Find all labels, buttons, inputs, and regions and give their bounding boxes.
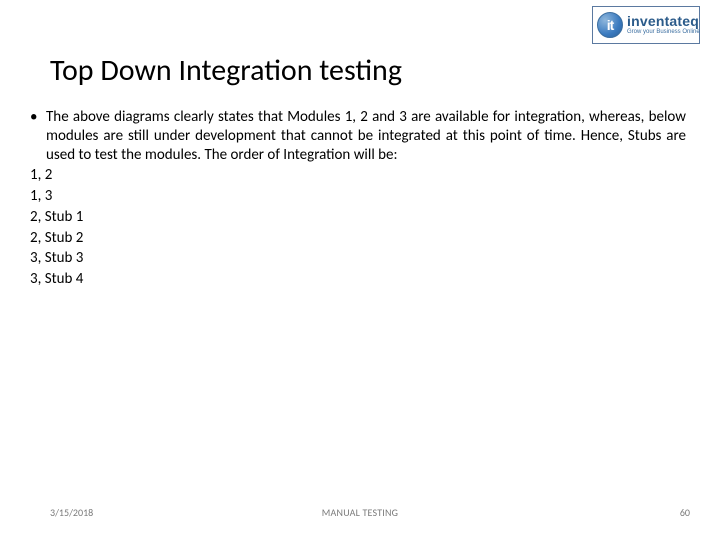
- list-item: 3, Stub 3: [30, 249, 690, 268]
- brand-logo: it inventateq Grow your Business Online: [592, 6, 700, 44]
- logo-brand-text: inventateq: [627, 13, 699, 29]
- bullet-marker-icon: •: [30, 108, 46, 164]
- list-item: 2, Stub 2: [30, 229, 690, 248]
- bullet-text: The above diagrams clearly states that M…: [46, 108, 690, 164]
- list-item: 1, 3: [30, 187, 690, 206]
- logo-tagline: Grow your Business Online: [627, 29, 700, 35]
- list-item: 2, Stub 1: [30, 208, 690, 227]
- slide-title: Top Down Integration testing: [50, 52, 402, 89]
- footer-center: MANUAL TESTING: [322, 506, 398, 519]
- footer-date: 3/15/2018: [50, 506, 93, 519]
- integration-order-list: 1, 2 1, 3 2, Stub 1 2, Stub 2 3, Stub 3 …: [30, 166, 690, 289]
- logo-badge-icon: it: [597, 12, 623, 38]
- slide-body: • The above diagrams clearly states that…: [30, 108, 690, 289]
- list-item: 1, 2: [30, 166, 690, 185]
- logo-badge-text: it: [607, 17, 614, 33]
- slide-footer: 3/15/2018 MANUAL TESTING 60: [0, 506, 720, 522]
- bullet-item: • The above diagrams clearly states that…: [30, 108, 690, 164]
- slide: it inventateq Grow your Business Online …: [0, 0, 720, 540]
- footer-page-number: 60: [680, 506, 690, 519]
- list-item: 3, Stub 4: [30, 270, 690, 289]
